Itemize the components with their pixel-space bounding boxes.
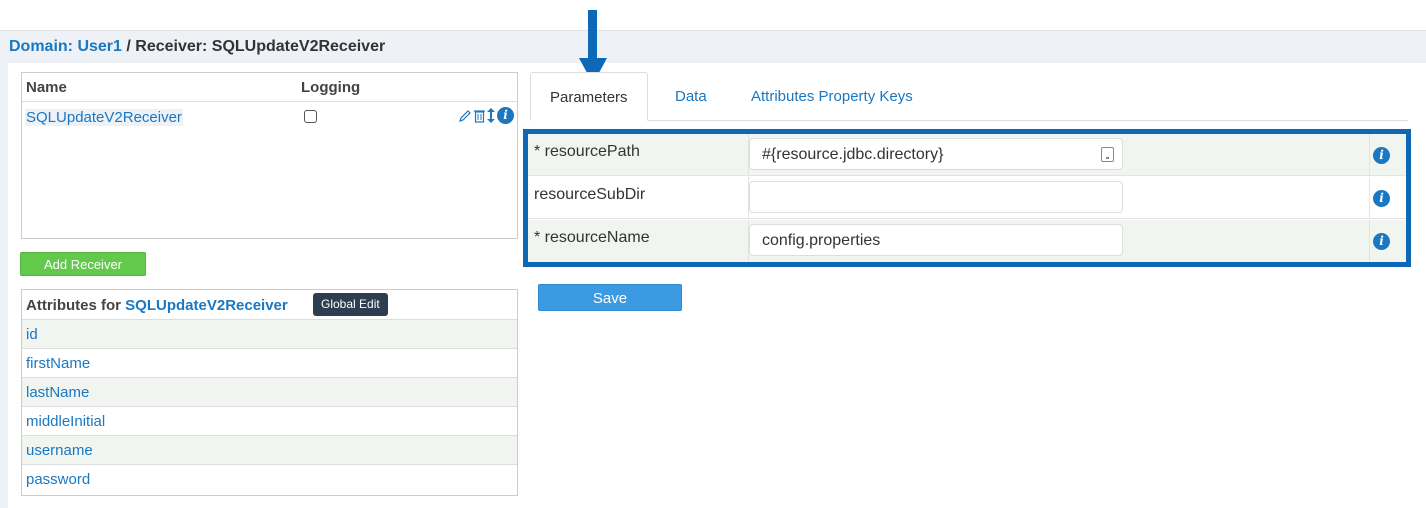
table-row[interactable]: SQLUpdateV2Receiver i: [22, 102, 517, 132]
attributes-header: Attributes for SQLUpdateV2Receiver Globa…: [22, 290, 517, 320]
parameter-row: * resourceName config.properties i: [528, 220, 1406, 262]
save-button[interactable]: Save: [538, 284, 682, 311]
receiver-name-link[interactable]: SQLUpdateV2Receiver: [25, 109, 183, 126]
attributes-panel: Attributes for SQLUpdateV2Receiver Globa…: [21, 289, 518, 496]
attribute-item[interactable]: lastName: [22, 378, 517, 407]
breadcrumb-domain-label[interactable]: Domain:: [9, 38, 73, 55]
attribute-item[interactable]: firstName: [22, 349, 517, 378]
resource-path-input[interactable]: #{resource.jdbc.directory}: [749, 138, 1123, 170]
attribute-item[interactable]: middleInitial: [22, 407, 517, 436]
tabs-divider: [530, 120, 1408, 121]
column-header-logging: Logging: [301, 79, 361, 96]
attribute-item[interactable]: id: [22, 320, 517, 349]
breadcrumb: Domain: User1 / Receiver: SQLUpdateV2Rec…: [9, 38, 385, 56]
global-edit-button[interactable]: Global Edit: [313, 293, 388, 316]
info-icon[interactable]: i: [1373, 147, 1390, 164]
trash-icon[interactable]: [474, 109, 485, 123]
column-divider: [1369, 177, 1370, 218]
parameters-table: * resourcePath #{resource.jdbc.directory…: [523, 129, 1411, 267]
attributes-receiver-name[interactable]: SQLUpdateV2Receiver: [125, 297, 288, 314]
column-divider: [1369, 134, 1370, 175]
up-down-arrow-icon[interactable]: [487, 108, 495, 123]
pencil-icon[interactable]: [458, 109, 472, 123]
column-divider: [1369, 220, 1370, 262]
parameter-label: resourceSubDir: [534, 186, 646, 203]
parameter-label: * resourceName: [534, 229, 650, 246]
row-actions: i: [458, 107, 514, 124]
left-gutter: [0, 63, 8, 508]
parameter-label: * resourcePath: [534, 143, 640, 160]
attributes-title: Attributes for SQLUpdateV2Receiver: [26, 297, 288, 314]
tab-parameters[interactable]: Parameters: [530, 72, 648, 121]
attribute-item[interactable]: password: [22, 465, 517, 494]
attributes-title-prefix: Attributes for: [26, 297, 121, 314]
attribute-item[interactable]: username: [22, 436, 517, 465]
breadcrumb-receiver-name: SQLUpdateV2Receiver: [211, 38, 386, 55]
resource-path-value: #{resource.jdbc.directory}: [762, 146, 944, 163]
breadcrumb-receiver-label: Receiver:: [135, 38, 208, 55]
tab-data[interactable]: Data: [675, 72, 707, 121]
column-header-name: Name: [26, 79, 67, 96]
add-receiver-button[interactable]: Add Receiver: [20, 252, 146, 276]
receivers-table-header: Name Logging: [22, 73, 517, 102]
tab-attributes-property-keys[interactable]: Attributes Property Keys: [751, 72, 913, 121]
arrow-shaft: [588, 10, 597, 60]
info-icon[interactable]: i: [1373, 190, 1390, 207]
info-icon[interactable]: i: [497, 107, 514, 124]
resource-subdir-input[interactable]: [749, 181, 1123, 213]
info-icon[interactable]: i: [1373, 233, 1390, 250]
parameter-row: * resourcePath #{resource.jdbc.directory…: [528, 134, 1406, 176]
breadcrumb-separator: /: [121, 38, 136, 55]
receivers-table: Name Logging SQLUpdateV2Receiver i: [21, 72, 518, 239]
resource-name-value: config.properties: [762, 232, 881, 249]
breadcrumb-domain-link[interactable]: User1: [77, 38, 121, 55]
logging-checkbox[interactable]: [304, 110, 317, 123]
parameter-row: resourceSubDir i: [528, 177, 1406, 219]
resource-name-input[interactable]: config.properties: [749, 224, 1123, 256]
property-picker-icon[interactable]: [1101, 147, 1114, 162]
